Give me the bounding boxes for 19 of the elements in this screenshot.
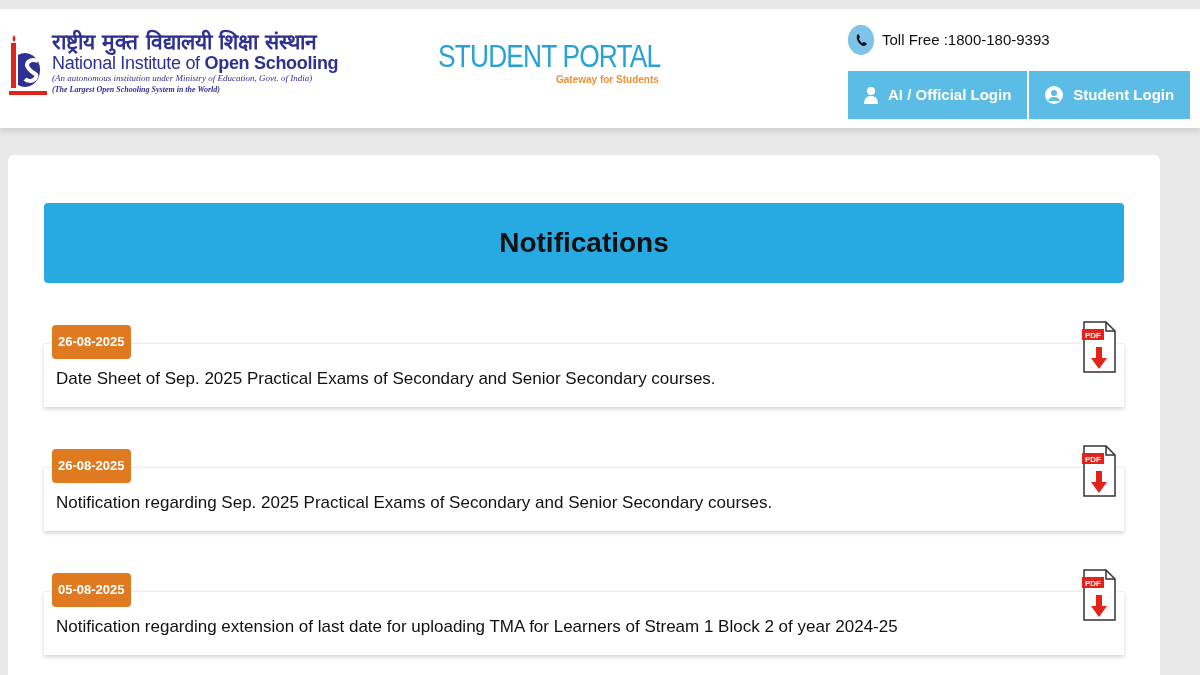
date-badge: 05-08-2025 xyxy=(52,573,131,607)
person-icon xyxy=(864,86,878,104)
user-circle-icon xyxy=(1045,86,1064,104)
toll-free-number: Toll Free :1800-180-9393 xyxy=(882,29,1050,50)
pdf-download-icon[interactable]: PDF xyxy=(1082,321,1116,373)
date-badge: 26-08-2025 xyxy=(52,449,131,483)
portal-title: STUDENT PORTAL xyxy=(438,41,662,72)
notification-link[interactable]: Notification regarding extension of last date for uploading TMA for Learners of Stream 1 Block 2 of year 2024-25 xyxy=(56,617,898,636)
portal-subtitle: Gateway for Students xyxy=(556,73,660,87)
phone-icon xyxy=(848,25,874,55)
pdf-download-icon[interactable]: PDF xyxy=(1082,445,1116,497)
date-badge: 26-08-2025 xyxy=(52,325,131,359)
logo-subtitle: (An autonomous institution under Ministry of Education, Govt. of India) xyxy=(52,73,313,84)
section-title: Notifications xyxy=(499,226,669,260)
pdf-download-icon[interactable]: PDF xyxy=(1082,569,1116,621)
notification-link[interactable]: Notification regarding Sep. 2025 Practical Exams of Secondary and Senior Secondary courses. xyxy=(56,493,773,512)
notification-link[interactable]: Date Sheet of Sep. 2025 Practical Exams of Secondary and Senior Secondary courses. xyxy=(56,369,716,388)
logo-tagline: (The Largest Open Schooling System in the World) xyxy=(52,83,221,96)
logo-hindi-text: राष्ट्रीय मुक्त विद्यालयी शिक्षा संस्थान xyxy=(52,31,339,55)
